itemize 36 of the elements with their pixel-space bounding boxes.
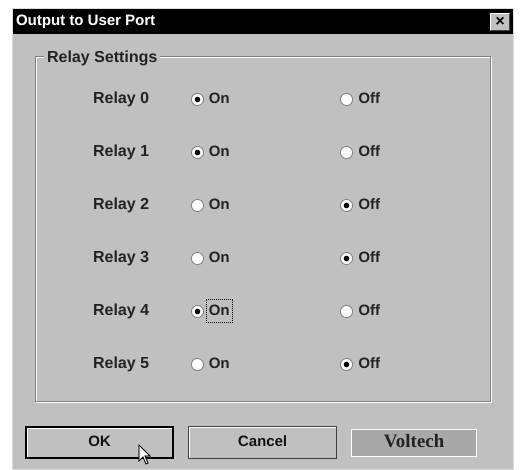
radio-button[interactable]: [340, 146, 354, 158]
radio-label[interactable]: Off: [355, 140, 384, 164]
radio-label[interactable]: On: [206, 140, 233, 164]
radio-button[interactable]: [340, 198, 354, 212]
radio-button[interactable]: [190, 198, 204, 212]
relay-label: Relay 5: [92, 354, 150, 374]
radio-button[interactable]: [190, 92, 204, 106]
radio-button[interactable]: [340, 92, 354, 106]
radio-label[interactable]: On: [206, 246, 233, 270]
radio-button[interactable]: [190, 252, 204, 264]
radio-label[interactable]: Off: [355, 192, 384, 218]
relay-label: Relay 0: [92, 89, 150, 109]
ok-button[interactable]: OK: [25, 426, 174, 459]
radio-button[interactable]: [340, 304, 354, 318]
window-title: Output to User Port: [16, 11, 156, 32]
radio-label[interactable]: On: [206, 298, 233, 324]
close-button[interactable]: ×: [490, 12, 510, 30]
logo: Voltech: [351, 428, 477, 456]
radio-button[interactable]: [190, 304, 204, 318]
cursor-icon: [138, 444, 152, 466]
radio-button[interactable]: [190, 146, 204, 158]
radio-label[interactable]: Off: [355, 86, 384, 112]
radio-label[interactable]: On: [206, 192, 233, 218]
radio-button[interactable]: [190, 358, 204, 370]
relay-label: Relay 3: [92, 248, 150, 268]
radio-label[interactable]: On: [206, 352, 233, 376]
radio-button[interactable]: [340, 358, 354, 370]
relay-label: Relay 4: [92, 301, 150, 321]
radio-label[interactable]: Off: [355, 352, 384, 376]
cancel-button[interactable]: Cancel: [188, 426, 337, 459]
radio-button[interactable]: [340, 252, 354, 264]
radio-label[interactable]: Off: [355, 298, 384, 324]
relay-label: Relay 1: [92, 142, 150, 162]
radio-label[interactable]: On: [206, 86, 233, 112]
relay-label: Relay 2: [92, 195, 150, 215]
radio-label[interactable]: Off: [355, 246, 384, 270]
